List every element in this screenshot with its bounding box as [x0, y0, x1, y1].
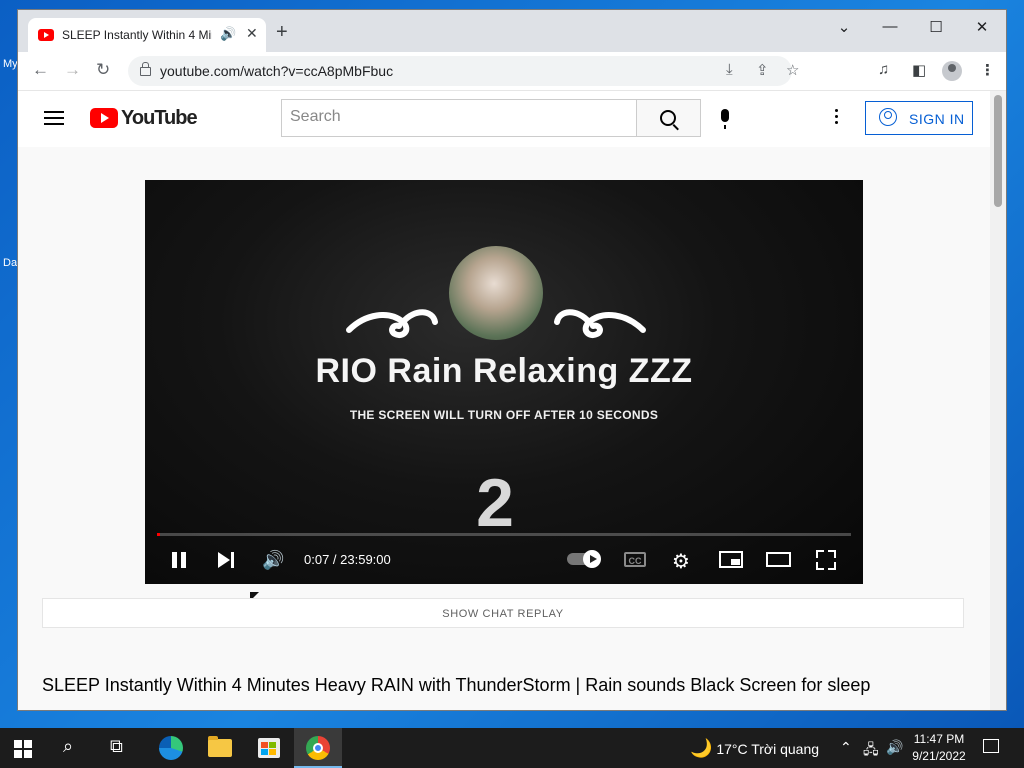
back-button[interactable]: ←: [32, 60, 49, 80]
forward-button[interactable]: →: [64, 60, 81, 80]
install-icon[interactable]: ⤓: [726, 61, 733, 78]
youtube-logo-text: YouTube: [121, 107, 198, 129]
autoplay-play-icon: [590, 555, 597, 563]
weather-temp: 17°C: [716, 741, 748, 757]
minimize-button[interactable]: —: [870, 18, 910, 35]
maximize-button[interactable]: ☐: [916, 18, 956, 36]
progress-bar[interactable]: [157, 533, 851, 536]
browser-tab[interactable]: SLEEP Instantly Within 4 Minutes Heavy R…: [28, 18, 266, 52]
weather-widget[interactable]: 🌙 17°C Trời quang: [690, 738, 819, 759]
video-art-title: RIO Rain Relaxing ZZZ: [315, 352, 693, 390]
side-panel-icon[interactable]: ◧: [912, 61, 926, 79]
share-icon[interactable]: ⇪: [756, 61, 769, 79]
video-player[interactable]: RIO Rain Relaxing ZZZ THE SCREEN WILL TU…: [145, 180, 863, 584]
clock-time: 11:47 PM: [913, 732, 965, 746]
autoplay-toggle[interactable]: [567, 550, 601, 568]
taskbar: ⌕ ⧉ 🌙 17°C Trời quang ⌃ 🖧 🔊 11:47 PM 9/2…: [0, 728, 1024, 768]
menu-kebab-icon[interactable]: ⋮: [980, 61, 995, 79]
youtube-page: YouTube SIGN IN RIO Rain Relaxin: [18, 91, 990, 710]
sign-in-button[interactable]: SIGN IN: [865, 101, 973, 135]
tab-title: SLEEP Instantly Within 4 Minutes Heavy R…: [62, 28, 212, 42]
reload-button[interactable]: ↻: [96, 60, 110, 80]
desktop-icon-label[interactable]: Da: [3, 257, 17, 269]
speaker-icon[interactable]: 🔊: [220, 26, 236, 42]
pause-button[interactable]: [172, 552, 186, 568]
video-title-heading: SLEEP Instantly Within 4 Minutes Heavy R…: [42, 675, 871, 695]
profile-avatar-icon[interactable]: [942, 61, 962, 81]
browser-window: SLEEP Instantly Within 4 Minutes Heavy R…: [18, 10, 1006, 710]
scrollbar-thumb[interactable]: [994, 95, 1002, 207]
gear-icon[interactable]: ⚙: [672, 549, 690, 574]
time-display: 0:07 / 23:59:00: [304, 552, 391, 567]
notification-icon[interactable]: [983, 739, 999, 753]
media-control-icon[interactable]: ♫: [878, 61, 889, 78]
search-button[interactable]: [637, 99, 701, 137]
microsoft-store-icon[interactable]: [258, 738, 280, 758]
taskbar-clock[interactable]: 11:47 PM 9/21/2022: [906, 731, 972, 765]
captions-button[interactable]: CC: [624, 552, 646, 567]
fullscreen-button[interactable]: [816, 550, 836, 570]
moon-icon: 🌙: [690, 738, 713, 758]
lock-icon[interactable]: [140, 62, 151, 76]
youtube-play-logo-icon: [90, 108, 118, 128]
ornament-right-icon: [554, 309, 646, 338]
star-icon[interactable]: ☆: [786, 61, 799, 79]
file-explorer-icon[interactable]: [208, 736, 232, 757]
tab-strip: SLEEP Instantly Within 4 Minutes Heavy R…: [18, 10, 1006, 52]
video-countdown: 2: [476, 465, 514, 541]
settings-kebab-icon[interactable]: [835, 109, 838, 127]
channel-portrait-image: [449, 246, 543, 340]
youtube-masthead: YouTube SIGN IN: [18, 91, 990, 147]
tab-close-icon[interactable]: ✕: [246, 25, 258, 42]
chrome-taskbar-button[interactable]: [294, 728, 342, 768]
network-icon[interactable]: 🖧: [863, 739, 879, 763]
new-tab-button[interactable]: +: [276, 22, 288, 42]
chrome-icon: [306, 736, 330, 760]
page-scrollbar[interactable]: [990, 91, 1006, 710]
ornament-left-icon: [346, 309, 438, 338]
progress-fill: [157, 533, 161, 536]
account-icon: [879, 108, 897, 126]
search-input[interactable]: [282, 100, 628, 134]
tab-search-button[interactable]: ⌄: [824, 18, 864, 36]
sign-in-label: SIGN IN: [909, 111, 965, 127]
clock-date: 9/21/2022: [912, 749, 966, 763]
search-icon: [660, 110, 676, 126]
url-text[interactable]: youtube.com/watch?v=ccA8pMbFbuc: [160, 63, 393, 79]
youtube-favicon-icon: [38, 29, 54, 41]
desktop-icon-label[interactable]: My: [3, 58, 18, 70]
task-view-icon[interactable]: ⧉: [110, 736, 123, 757]
search-icon[interactable]: ⌕: [63, 736, 73, 757]
browser-toolbar: ← → ↻ youtube.com/watch?v=ccA8pMbFbuc ⤓ …: [18, 52, 1006, 91]
edge-browser-icon[interactable]: [159, 736, 183, 760]
address-bar[interactable]: youtube.com/watch?v=ccA8pMbFbuc ⤓ ⇪ ☆: [128, 56, 799, 86]
weather-condition: Trời quang: [751, 741, 820, 757]
search-box[interactable]: [281, 99, 637, 137]
theater-mode-button[interactable]: [766, 552, 791, 567]
volume-icon[interactable]: 🔊: [262, 550, 284, 571]
next-button[interactable]: [218, 552, 236, 568]
close-window-button[interactable]: ✕: [962, 18, 1002, 36]
volume-tray-icon[interactable]: 🔊: [886, 739, 903, 756]
video-art-subtitle: THE SCREEN WILL TURN OFF AFTER 10 SECOND…: [349, 408, 659, 422]
hamburger-menu-icon[interactable]: [44, 111, 64, 125]
miniplayer-button[interactable]: [719, 551, 743, 568]
chevron-up-icon[interactable]: ⌃: [840, 739, 852, 756]
microphone-icon[interactable]: [721, 109, 729, 129]
windows-start-icon[interactable]: [14, 740, 32, 758]
show-chat-replay-button[interactable]: SHOW CHAT REPLAY: [42, 598, 964, 628]
